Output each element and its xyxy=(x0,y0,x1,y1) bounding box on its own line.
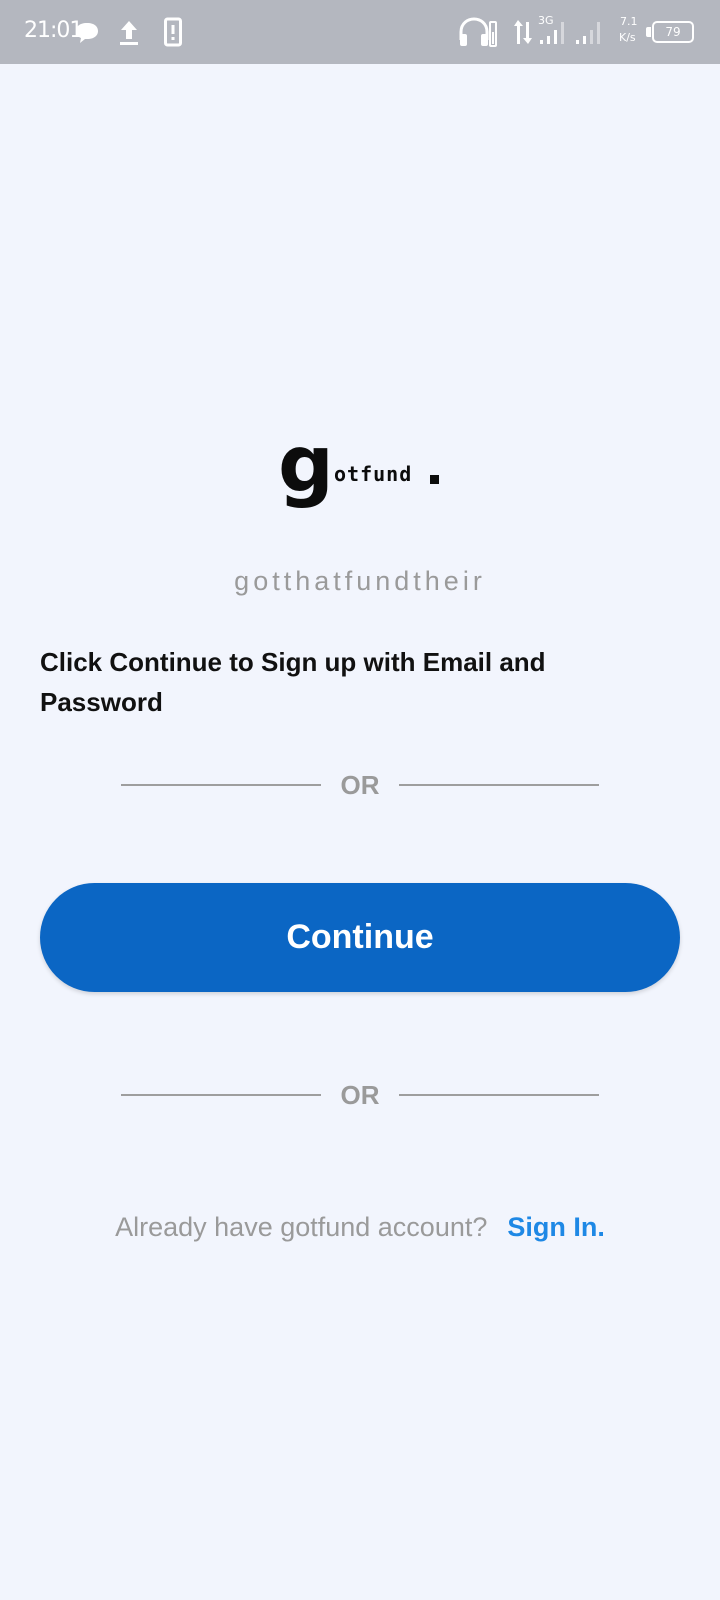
divider-line-right xyxy=(399,784,599,786)
chat-bubble-icon xyxy=(76,23,98,43)
headphones-icon xyxy=(459,17,497,47)
app-tagline: gotthatfundtheir xyxy=(234,566,486,596)
logo-dot xyxy=(430,475,439,484)
signin-prompt: Already have gotfund account? xyxy=(115,1212,488,1242)
battery-level: 79 xyxy=(665,25,681,39)
status-bar: 21:01 3G 7.1 K/s 79 xyxy=(0,0,720,64)
signal-strength-icon xyxy=(540,22,564,44)
signup-instruction: Click Continue to Sign up with Email and… xyxy=(40,647,546,717)
network-speed-unit: K/s xyxy=(619,31,636,44)
data-transfer-icon xyxy=(514,20,532,44)
or-divider-top: OR xyxy=(121,766,599,802)
battery-icon: 79 xyxy=(652,21,694,43)
gotfund-logo: g otfund xyxy=(278,426,448,528)
signal-strength-secondary-icon xyxy=(576,22,600,44)
logo-wordmark: otfund xyxy=(334,462,413,486)
battery-tip xyxy=(646,27,651,37)
network-speed-value: 7.1 xyxy=(620,15,638,28)
upload-icon xyxy=(120,21,138,45)
signin-row: Already have gotfund account? Sign In. xyxy=(0,1212,720,1243)
divider-line-right xyxy=(399,1094,599,1096)
logo-letter-g: g xyxy=(278,420,334,510)
or-divider-bottom: OR xyxy=(121,1076,599,1112)
phone-alert-icon xyxy=(164,17,182,47)
signin-link[interactable]: Sign In. xyxy=(507,1212,605,1242)
continue-button[interactable]: Continue xyxy=(40,883,680,992)
